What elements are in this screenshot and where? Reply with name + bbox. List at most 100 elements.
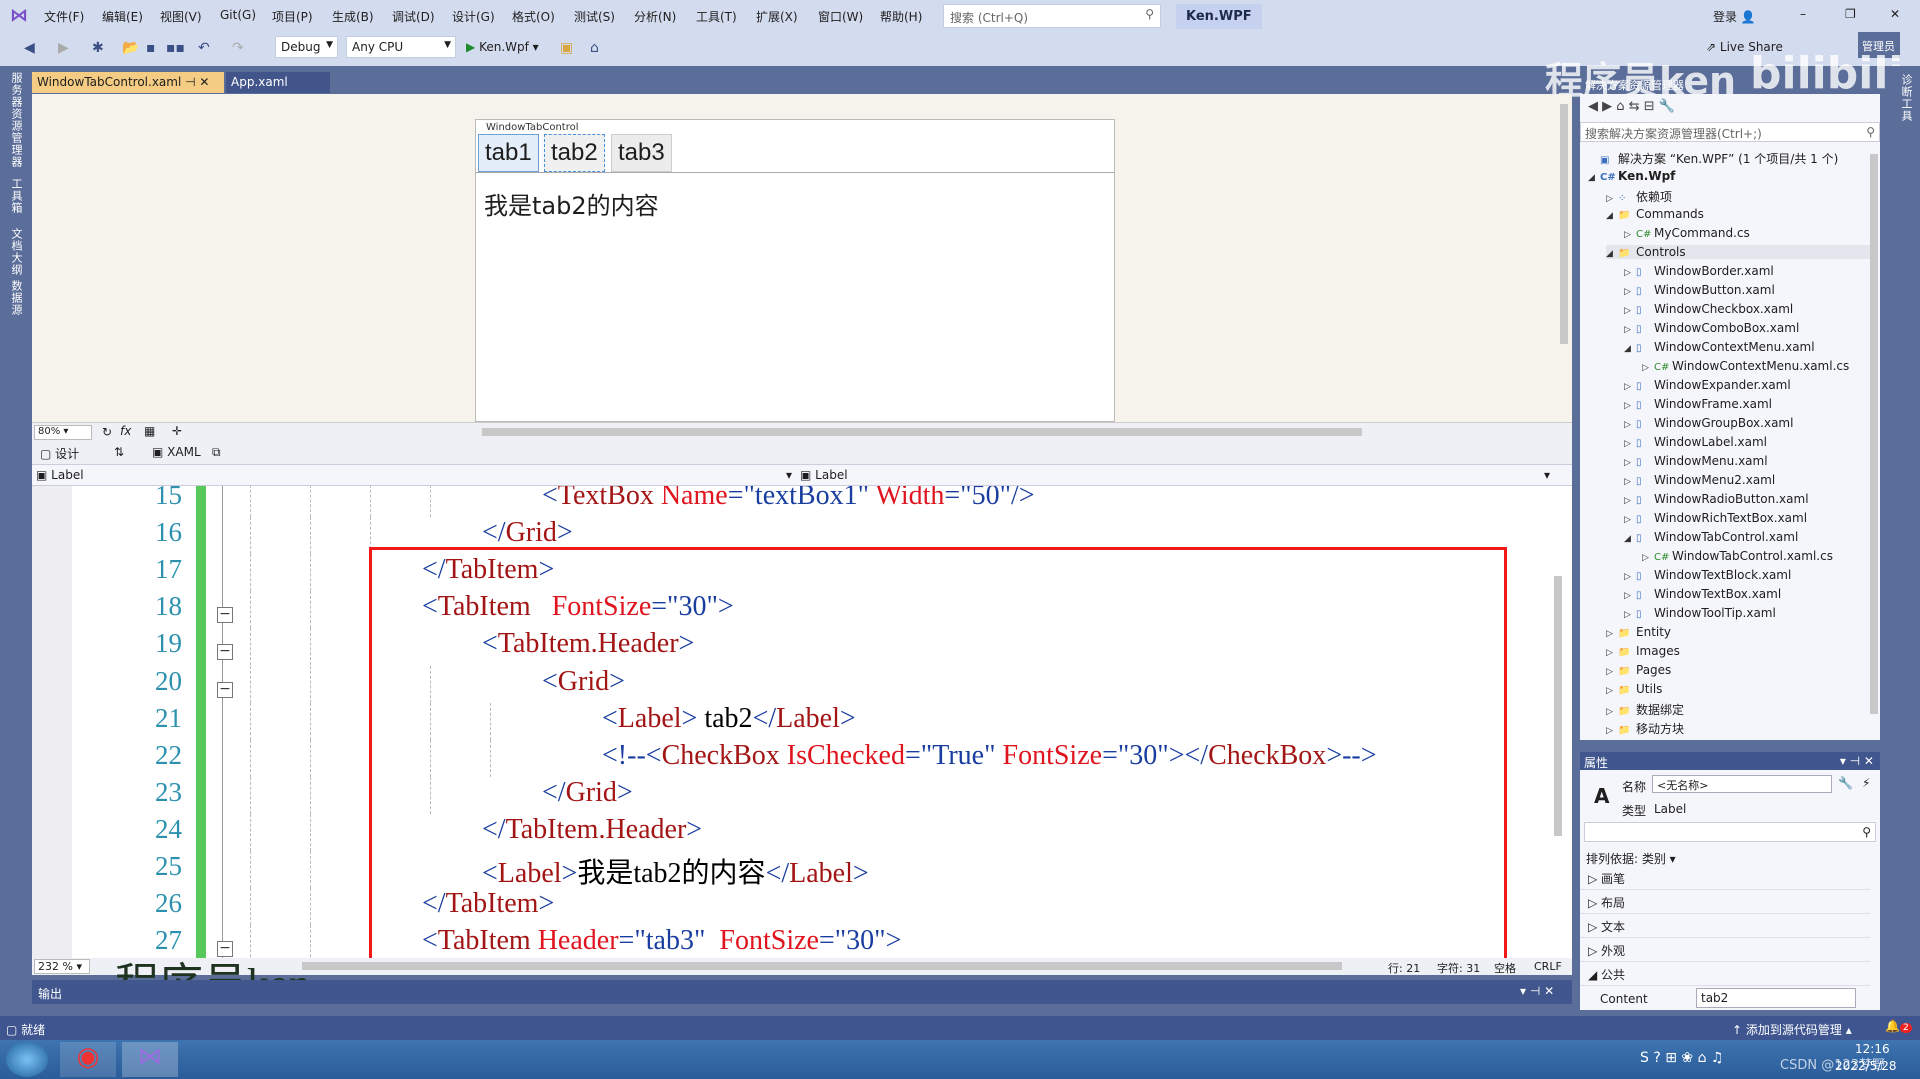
- expander-icon[interactable]: ◢: [1588, 968, 1601, 982]
- tree-item[interactable]: ▷ ▯ WindowButton.xaml: [1624, 283, 1775, 297]
- start-button[interactable]: ▶ Ken.Wpf ▾: [466, 40, 539, 54]
- tree-item[interactable]: ▷ ▯ WindowComboBox.xaml: [1624, 321, 1799, 335]
- code-line[interactable]: <!--<CheckBox IsChecked="True" FontSize=…: [602, 740, 1377, 772]
- start-button-icon[interactable]: [6, 1042, 48, 1077]
- code-line[interactable]: <TabItem.Header>: [482, 628, 694, 660]
- panel-options-icon[interactable]: ▾ ⊣ ✕: [1840, 754, 1874, 768]
- home-icon[interactable]: ⌂: [1616, 99, 1624, 114]
- tree-item[interactable]: ▷ C# MyCommand.cs: [1624, 226, 1750, 240]
- menu-item[interactable]: 帮助(H): [880, 8, 922, 25]
- tree-item[interactable]: ▣ 解决方案 “Ken.WPF” (1 个项目/共 1 个): [1588, 150, 1838, 167]
- diagnostic-tools-tab[interactable]: 诊断工具: [1898, 74, 1914, 122]
- doc-tab-windowtabcontrol[interactable]: WindowTabControl.xaml ⊣ ✕: [32, 72, 224, 93]
- refresh-icon[interactable]: ↻: [102, 425, 112, 439]
- menu-item[interactable]: 分析(N): [634, 8, 676, 25]
- expander-icon[interactable]: ▷: [1624, 306, 1636, 316]
- editor-hscrollbar[interactable]: [302, 962, 1342, 970]
- property-category[interactable]: ▷ 布局: [1588, 894, 1625, 911]
- nav-right-dropdown[interactable]: ▣ Label ▾: [800, 468, 1550, 482]
- collapse-icon[interactable]: −: [217, 681, 233, 698]
- snap-icon[interactable]: ✛: [172, 424, 182, 438]
- code-line[interactable]: </TabItem>: [422, 554, 554, 586]
- name-input[interactable]: <无名称>: [1652, 775, 1832, 793]
- fx-icon[interactable]: fx: [120, 424, 131, 438]
- expander-icon[interactable]: ▷: [1624, 610, 1636, 620]
- tree-item[interactable]: ◢ 📁 Controls: [1606, 245, 1872, 259]
- notification-icon[interactable]: 🔔 2: [1885, 1019, 1912, 1033]
- code-line[interactable]: </Grid>: [482, 517, 573, 549]
- tree-item[interactable]: ◢ 📁 Commands: [1606, 207, 1704, 221]
- preview-tab-3[interactable]: tab3: [611, 134, 672, 172]
- tree-item[interactable]: ▷ 📁 数据绑定: [1606, 701, 1684, 718]
- expander-icon[interactable]: ◢: [1588, 173, 1600, 183]
- expander-icon[interactable]: ◢: [1606, 249, 1618, 259]
- back-icon[interactable]: ◀: [24, 40, 35, 56]
- tree-item[interactable]: ▷ 📁 Pages: [1606, 663, 1671, 677]
- menu-item[interactable]: 编辑(E): [102, 8, 143, 25]
- menu-item[interactable]: Git(G): [220, 8, 256, 22]
- expander-icon[interactable]: ▷: [1588, 872, 1601, 886]
- expander-icon[interactable]: ▷: [1624, 515, 1636, 525]
- visual-studio-icon[interactable]: ⋈: [122, 1042, 178, 1077]
- expander-icon[interactable]: ▷: [1624, 230, 1636, 240]
- forward-icon[interactable]: ▶: [1602, 99, 1612, 114]
- tree-item[interactable]: ▷ ▯ WindowLabel.xaml: [1624, 435, 1767, 449]
- tool-window-tab[interactable]: 服务器资源管理器: [8, 72, 24, 168]
- code-line[interactable]: </TabItem.Header>: [482, 814, 702, 846]
- menu-item[interactable]: 项目(P): [272, 8, 313, 25]
- property-category[interactable]: ▷ 画笔: [1588, 870, 1625, 887]
- tool-window-tab[interactable]: 文档大纲: [8, 228, 24, 276]
- editor-zoom-dropdown[interactable]: 232 % ▾: [34, 959, 90, 974]
- menu-item[interactable]: 格式(O): [512, 8, 555, 25]
- undo-icon[interactable]: ↶: [198, 40, 210, 56]
- editor-vscrollbar[interactable]: [1554, 576, 1562, 836]
- tree-item[interactable]: ▷ 📁 Images: [1606, 644, 1680, 658]
- expander-icon[interactable]: ▷: [1624, 382, 1636, 392]
- expander-icon[interactable]: ▷: [1606, 707, 1618, 717]
- expander-icon[interactable]: ▷: [1624, 325, 1636, 335]
- menu-item[interactable]: 生成(B): [332, 8, 374, 25]
- expander-icon[interactable]: ▷: [1588, 896, 1601, 910]
- config-dropdown[interactable]: Debug ▼: [275, 36, 338, 58]
- add-source-control-button[interactable]: ↑ 添加到源代码管理 ▴: [1732, 1021, 1852, 1038]
- expander-icon[interactable]: ▷: [1624, 268, 1636, 278]
- expander-icon[interactable]: ▷: [1624, 287, 1636, 297]
- swap-panes-button[interactable]: ⇅: [114, 445, 124, 459]
- save-icon[interactable]: ▪: [146, 40, 156, 56]
- popout-icon[interactable]: ⧉: [212, 445, 221, 460]
- expander-icon[interactable]: ▷: [1588, 920, 1601, 934]
- expander-icon[interactable]: ▷: [1624, 496, 1636, 506]
- expander-icon[interactable]: ▷: [1606, 629, 1618, 639]
- collapse-icon[interactable]: −: [217, 607, 233, 624]
- designer-vscrollbar[interactable]: [1560, 104, 1568, 344]
- tab-xaml[interactable]: ▣ XAML: [152, 445, 201, 459]
- content-input[interactable]: tab2: [1696, 988, 1856, 1008]
- tool-window-tab[interactable]: 工具箱: [8, 178, 24, 214]
- platform-dropdown[interactable]: Any CPU ▼: [346, 36, 456, 58]
- grid-icon[interactable]: ▦: [144, 424, 155, 438]
- tree-item[interactable]: ▷ C# WindowContextMenu.xaml.cs: [1642, 359, 1849, 373]
- expander-icon[interactable]: ▷: [1624, 591, 1636, 601]
- code-line[interactable]: </Grid>: [542, 777, 633, 809]
- tree-item[interactable]: ▷ ▯ WindowToolTip.xaml: [1624, 606, 1776, 620]
- minimize-button[interactable]: –: [1800, 7, 1806, 21]
- tree-item[interactable]: ▷ 📁 移动方块: [1606, 720, 1684, 737]
- find-icon[interactable]: ▣: [560, 40, 573, 56]
- expander-icon[interactable]: ▷: [1624, 420, 1636, 430]
- expander-icon[interactable]: ◢: [1606, 211, 1618, 221]
- collapse-icon[interactable]: ⊟: [1644, 99, 1655, 114]
- tree-item[interactable]: ▷ ▯ WindowTextBlock.xaml: [1624, 568, 1791, 582]
- menu-item[interactable]: 调试(D): [392, 8, 435, 25]
- events-icon[interactable]: ⚡: [1862, 776, 1870, 790]
- zoom-dropdown[interactable]: 80% ▾: [34, 425, 92, 440]
- clock-time[interactable]: 12:16: [1855, 1042, 1890, 1056]
- expander-icon[interactable]: ▷: [1624, 572, 1636, 582]
- clock-date[interactable]: 2022/5/28: [1835, 1059, 1897, 1073]
- expander-icon[interactable]: ▷: [1624, 401, 1636, 411]
- expander-icon[interactable]: ▷: [1624, 477, 1636, 487]
- expander-icon[interactable]: ▷: [1588, 944, 1601, 958]
- expander-icon[interactable]: ▷: [1606, 194, 1618, 204]
- code-editor[interactable]: 15 <TextBox Name="textBox1" Width="50"/> 1…: [32, 486, 1572, 958]
- tree-item[interactable]: ▷ ▯ WindowBorder.xaml: [1624, 264, 1774, 278]
- tree-item[interactable]: ▷ ▯ WindowGroupBox.xaml: [1624, 416, 1793, 430]
